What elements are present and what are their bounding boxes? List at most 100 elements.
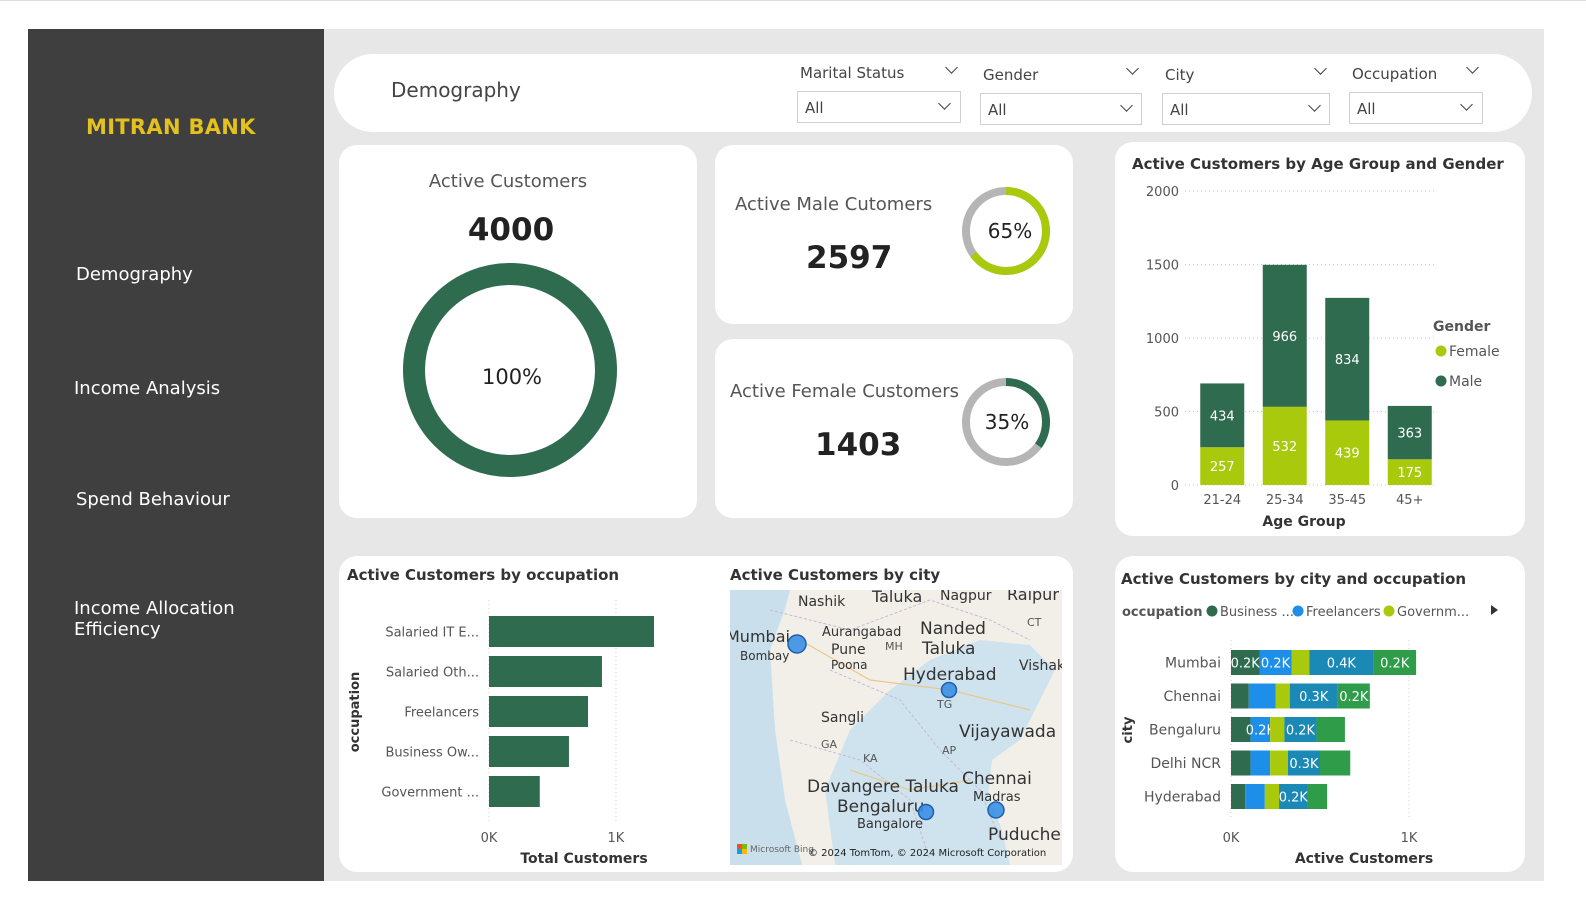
y-tick-label: Hyderabad — [1144, 790, 1221, 806]
legend-marker-icon — [1292, 605, 1304, 617]
female-donut: 35% — [962, 378, 1050, 466]
bar-segment[interactable] — [1270, 717, 1285, 742]
occupation-bar[interactable] — [489, 696, 588, 727]
legend-label[interactable]: Governm... — [1397, 605, 1469, 620]
y-tick-label: Freelancers — [404, 706, 479, 721]
map-label: Vishak — [1019, 658, 1062, 674]
data-label: 0.2K — [1231, 657, 1261, 672]
donut-pct-label: 35% — [985, 410, 1029, 434]
data-label: 0.2K — [1380, 657, 1410, 672]
map-bubble-chennai[interactable] — [987, 801, 1005, 819]
select-value: All — [1357, 100, 1376, 118]
marital-status-select[interactable]: All — [797, 91, 961, 123]
occupation-bar[interactable] — [489, 776, 540, 807]
legend-label[interactable]: Female — [1449, 344, 1500, 360]
map-label: Taluka — [871, 590, 922, 606]
nav-demography[interactable]: Demography — [76, 264, 193, 285]
bing-logo-icon — [737, 849, 742, 854]
data-label: 175 — [1397, 466, 1422, 481]
kpi-title: Active Male Cutomers — [735, 194, 933, 215]
occupation-bar[interactable] — [489, 656, 602, 687]
y-tick-label: Chennai — [1164, 689, 1221, 705]
active-donut: 100% — [403, 263, 617, 477]
bar-segment[interactable] — [1316, 717, 1345, 742]
occupation-bar[interactable] — [489, 616, 654, 647]
data-label: 0.2K — [1279, 791, 1309, 806]
y-tick-label: 500 — [1154, 406, 1179, 421]
nav-income-analysis[interactable]: Income Analysis — [74, 378, 220, 399]
data-label: 0.4K — [1327, 657, 1357, 672]
bar-segment[interactable] — [1270, 750, 1288, 776]
select-value: All — [1170, 101, 1189, 119]
nav-spend-behaviour[interactable]: Spend Behaviour — [76, 489, 230, 510]
bar-segment[interactable] — [1231, 784, 1246, 809]
legend-label[interactable]: Freelancers — [1306, 605, 1381, 620]
y-tick-label: Delhi NCR — [1151, 756, 1222, 772]
city-select[interactable]: All — [1162, 93, 1330, 125]
bar-segment[interactable] — [1275, 683, 1290, 709]
age-gender-chart[interactable]: 0 500 1000 1500 2000 257 434 21-24 532 966 25-34 43… — [1115, 175, 1525, 535]
sidebar: MITRAN BANK Demography Income Analysis S… — [28, 29, 324, 881]
chart-title: Active Customers by Age Group and Gender — [1132, 155, 1504, 173]
bar-segment[interactable] — [1264, 784, 1280, 809]
donut-pct-label: 100% — [482, 365, 542, 389]
legend-next-arrow-icon[interactable] — [1491, 605, 1498, 615]
occupation-bar[interactable] — [489, 736, 569, 767]
map-bubble-mumbai[interactable] — [787, 634, 807, 654]
data-label: 0.2K — [1286, 724, 1316, 739]
x-tick-label: 25-34 — [1266, 493, 1304, 508]
legend-label[interactable]: Business ... — [1220, 605, 1294, 620]
bar-segment[interactable] — [1245, 784, 1265, 809]
data-label: 0.2K — [1261, 657, 1291, 672]
map-label: Nagpur — [940, 590, 992, 604]
map-bubble-bengaluru[interactable] — [917, 803, 935, 821]
filter-label: City — [1165, 66, 1195, 84]
data-label: 434 — [1210, 409, 1235, 424]
nav-income-allocation-efficiency[interactable]: Income Allocation Efficiency — [74, 598, 324, 640]
map-background: Nashik Taluka Nagpur Raipur Mumbai Bomba… — [730, 590, 1062, 865]
select-value: All — [988, 101, 1007, 119]
y-tick-label: 1000 — [1146, 332, 1179, 347]
data-label: 439 — [1335, 447, 1360, 462]
data-label: 532 — [1272, 440, 1297, 455]
y-axis-title: city — [1121, 716, 1136, 743]
gender-select[interactable]: All — [980, 93, 1142, 125]
bar-segment[interactable] — [1231, 750, 1251, 776]
bar-segment[interactable] — [1291, 650, 1310, 675]
map-bubble-hyderabad[interactable] — [940, 681, 958, 699]
legend-label[interactable]: Male — [1449, 374, 1482, 390]
map-label: GA — [821, 738, 838, 751]
map-label: Raipur — [1007, 590, 1059, 604]
male-donut: 65% — [962, 187, 1050, 275]
x-axis-title: Age Group — [1262, 514, 1345, 530]
data-label: 363 — [1397, 427, 1422, 442]
occupation-chart[interactable]: 0K 1K Salaried IT E... Salaried Oth... Freel… — [339, 586, 719, 872]
map-label: Sangli — [821, 710, 864, 726]
kpi-value: 1403 — [815, 427, 902, 463]
map-label: Taluka — [921, 639, 975, 659]
legend-marker-icon — [1206, 605, 1218, 617]
chart-title: Active Customers by city — [730, 566, 941, 584]
legend-marker-icon — [1383, 605, 1395, 617]
x-axis-title: Total Customers — [520, 851, 647, 867]
legend-title: occupation — [1122, 605, 1203, 620]
map-label: Bangalore — [857, 817, 923, 832]
x-tick-label: 0K — [1223, 831, 1240, 846]
bar-segment[interactable] — [1307, 784, 1328, 809]
data-label: 0.2K — [1339, 690, 1369, 705]
city-map[interactable]: Nashik Taluka Nagpur Raipur Mumbai Bomba… — [730, 590, 1062, 865]
x-tick-label: 1K — [1401, 831, 1418, 846]
bar-segment[interactable] — [1320, 750, 1351, 776]
y-tick-label: Mumbai — [1165, 656, 1221, 672]
city-occupation-chart[interactable]: occupation Business ... Freelancers Governm… — [1115, 596, 1525, 872]
bar-segment[interactable] — [1248, 683, 1276, 709]
y-tick-label: Salaried IT E... — [385, 626, 479, 641]
chart-title: Active Customers by occupation — [347, 566, 620, 584]
map-label: CT — [1027, 616, 1042, 629]
bar-segment[interactable] — [1250, 750, 1271, 776]
x-tick-label: 21-24 — [1203, 493, 1241, 508]
y-tick-label: Salaried Oth... — [386, 666, 479, 681]
x-axis-title: Active Customers — [1295, 851, 1433, 867]
map-label: Puducher — [988, 825, 1062, 845]
bar-segment[interactable] — [1231, 683, 1249, 709]
